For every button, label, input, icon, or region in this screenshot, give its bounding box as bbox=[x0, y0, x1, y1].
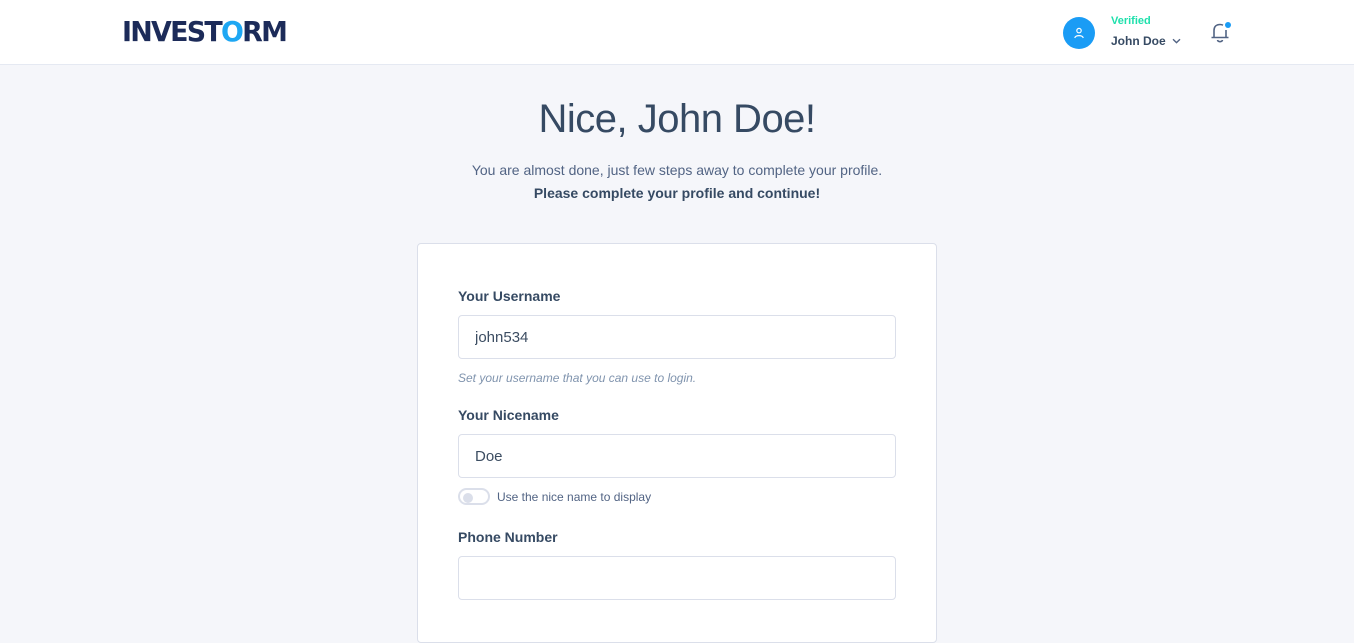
bell-icon bbox=[1211, 22, 1231, 43]
page-subtitle: You are almost done, just few steps away… bbox=[471, 162, 883, 178]
nicename-input[interactable] bbox=[458, 434, 896, 478]
use-nicename-toggle[interactable] bbox=[458, 488, 490, 505]
top-header: INVESTORM Verified John Doe bbox=[0, 0, 1354, 65]
unread-dot-icon bbox=[1225, 22, 1231, 28]
logo-text-part2: RM bbox=[242, 15, 288, 48]
phone-label: Phone Number bbox=[458, 529, 558, 545]
user-status-badge: Verified bbox=[1111, 14, 1151, 27]
username-input[interactable] bbox=[458, 315, 896, 359]
username-hint: Set your username that you can use to lo… bbox=[458, 371, 697, 385]
page-title: Nice, John Doe! bbox=[538, 97, 816, 141]
username-label: Your Username bbox=[458, 288, 561, 304]
user-name: John Doe bbox=[1111, 33, 1166, 48]
logo-text-part1: INVEST bbox=[122, 15, 223, 48]
investorm-logo[interactable]: INVESTORM bbox=[122, 15, 288, 49]
logo-text-accent: O bbox=[221, 15, 244, 48]
user-dropdown-toggle[interactable]: Verified John Doe bbox=[1063, 14, 1181, 49]
toggle-knob bbox=[463, 492, 473, 503]
use-nicename-label: Use the nice name to display bbox=[497, 489, 652, 504]
user-info: Verified John Doe bbox=[1111, 14, 1181, 49]
use-nicename-toggle-row[interactable]: Use the nice name to display bbox=[458, 488, 651, 505]
page-instruction: Please complete your profile and continu… bbox=[533, 185, 821, 201]
profile-form-card: Your Username Set your username that you… bbox=[417, 243, 937, 643]
chevron-down-icon bbox=[1172, 38, 1181, 44]
nicename-label: Your Nicename bbox=[458, 407, 559, 423]
notifications-button[interactable] bbox=[1208, 18, 1234, 46]
user-name-row: John Doe bbox=[1111, 33, 1181, 49]
user-icon bbox=[1074, 27, 1084, 38]
welcome-section: Nice, John Doe! You are almost done, jus… bbox=[0, 95, 1354, 203]
avatar bbox=[1063, 16, 1095, 49]
phone-input[interactable] bbox=[458, 556, 896, 600]
